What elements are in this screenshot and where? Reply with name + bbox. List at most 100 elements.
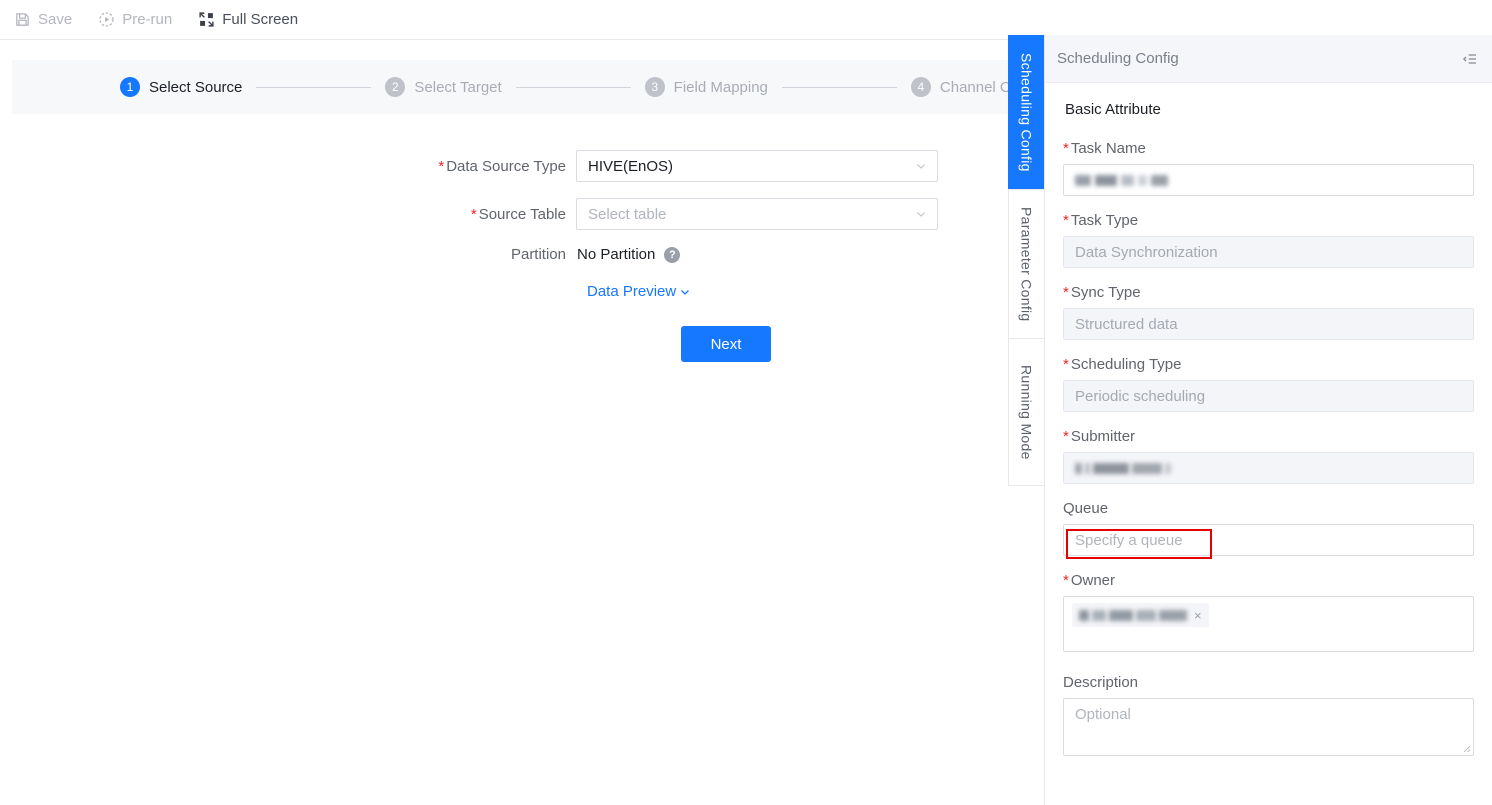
- queue-input[interactable]: Specify a queue: [1063, 524, 1474, 556]
- required-asterisk: *: [1063, 212, 1069, 229]
- tab-parameter-config-label: Parameter Config: [1018, 206, 1035, 322]
- step-number: 4: [910, 77, 931, 97]
- owner-tag-input[interactable]: ×: [1063, 596, 1474, 652]
- submitter-label-text: Submitter: [1070, 428, 1136, 445]
- field-description: Description Optional: [1063, 674, 1474, 756]
- description-textarea[interactable]: Optional: [1063, 698, 1474, 756]
- save-icon: [16, 13, 29, 26]
- step-number: 3: [644, 77, 665, 97]
- select-source-form: * Data Source Type HIVE(EnOS) * Source Tab…: [0, 150, 1046, 362]
- drawer-title: Scheduling Config: [1057, 50, 1179, 67]
- data-preview-row: Data Preview: [0, 283, 1046, 300]
- queue-label: Queue: [1063, 500, 1474, 517]
- required-asterisk: *: [470, 205, 477, 223]
- chevron-down-icon: [917, 164, 925, 169]
- tab-scheduling-config-label: Scheduling Config: [1018, 53, 1035, 172]
- field-data-source-type: * Data Source Type HIVE(EnOS): [0, 150, 1046, 182]
- drawer-body: Basic Attribute * Task Name * Task Type …: [1045, 83, 1492, 805]
- tab-running-mode-label: Running Mode: [1018, 364, 1035, 460]
- save-label: Save: [38, 11, 73, 28]
- data-preview-label: Data Preview: [587, 283, 677, 300]
- step-connector: [781, 86, 897, 88]
- task-type-input: Data Synchronization: [1063, 236, 1474, 268]
- step-label: Select Source: [149, 78, 243, 96]
- field-submitter: * Submitter: [1063, 428, 1474, 484]
- field-partition: Partition No Partition ?: [0, 246, 1046, 263]
- next-row: Next: [0, 326, 1046, 362]
- full-screen-label: Full Screen: [222, 11, 299, 28]
- task-name-redacted-value: [1075, 174, 1168, 186]
- sync-type-label-text: Sync Type: [1070, 284, 1141, 301]
- data-sync-wizard-page: Save Pre-run Full Screen 1 Select Source: [0, 0, 1492, 805]
- step-label: Select Target: [414, 78, 502, 96]
- description-label: Description: [1063, 674, 1474, 691]
- scheduling-type-label: * Scheduling Type: [1063, 356, 1474, 373]
- submitter-label: * Submitter: [1063, 428, 1474, 445]
- source-table-label: * Source Table: [0, 206, 576, 223]
- scheduling-type-input: Periodic scheduling: [1063, 380, 1474, 412]
- owner-label-text: Owner: [1070, 572, 1116, 589]
- scheduling-config-drawer: Scheduling Config Basic Attribute * Task …: [1044, 35, 1492, 805]
- partition-value-group: No Partition ?: [577, 246, 938, 263]
- task-name-input[interactable]: [1063, 164, 1474, 196]
- pre-run-label: Pre-run: [122, 11, 173, 28]
- play-circle-dashed-icon: [99, 12, 114, 27]
- full-screen-button[interactable]: Full Screen: [198, 11, 298, 28]
- step-select-source[interactable]: 1 Select Source: [120, 77, 242, 97]
- sync-type-label: * Sync Type: [1063, 284, 1474, 301]
- required-asterisk: *: [1063, 140, 1069, 157]
- step-select-target[interactable]: 2 Select Target: [385, 77, 502, 97]
- menu-fold-icon[interactable]: [1462, 51, 1478, 67]
- close-icon[interactable]: ×: [1194, 609, 1202, 622]
- step-field-mapping[interactable]: 3 Field Mapping: [644, 77, 768, 97]
- field-task-name: * Task Name: [1063, 140, 1474, 196]
- task-type-label-text: Task Type: [1070, 212, 1139, 229]
- submitter-input: [1063, 452, 1474, 484]
- config-tab-rail: Scheduling Config Parameter Config Runni…: [1008, 35, 1044, 805]
- required-asterisk: *: [1063, 284, 1069, 301]
- required-asterisk: *: [438, 157, 445, 175]
- task-name-label: * Task Name: [1063, 140, 1474, 157]
- step-label: Field Mapping: [673, 78, 768, 96]
- basic-attribute-section-title: Basic Attribute: [1065, 101, 1161, 118]
- question-circle-icon[interactable]: ?: [664, 246, 681, 263]
- step-connector: [515, 86, 631, 88]
- required-asterisk: *: [1063, 428, 1069, 445]
- submitter-redacted-value: [1075, 462, 1171, 474]
- data-source-type-label: * Data Source Type: [0, 158, 576, 175]
- source-table-label-text: Source Table: [478, 205, 566, 223]
- chevron-down-icon: [681, 289, 690, 295]
- owner-label: * Owner: [1063, 572, 1474, 589]
- field-queue: Queue Specify a queue: [1063, 500, 1474, 559]
- next-button[interactable]: Next: [681, 326, 771, 362]
- data-source-type-label-text: Data Source Type: [446, 157, 566, 175]
- data-preview-toggle[interactable]: Data Preview: [576, 283, 691, 300]
- required-asterisk: *: [1063, 356, 1069, 373]
- tab-running-mode[interactable]: Running Mode: [1008, 338, 1044, 486]
- field-scheduling-type: * Scheduling Type Periodic scheduling: [1063, 356, 1474, 412]
- field-sync-type: * Sync Type Structured data: [1063, 284, 1474, 340]
- step-number: 2: [385, 77, 406, 97]
- task-name-label-text: Task Name: [1070, 140, 1146, 157]
- step-connector: [256, 86, 372, 88]
- task-type-label: * Task Type: [1063, 212, 1474, 229]
- tab-scheduling-config[interactable]: Scheduling Config: [1008, 35, 1044, 190]
- fullscreen-icon: [199, 12, 214, 27]
- data-source-type-value: HIVE(EnOS): [588, 157, 674, 175]
- drawer-header: Scheduling Config: [1045, 35, 1492, 83]
- tab-parameter-config[interactable]: Parameter Config: [1008, 189, 1044, 339]
- queue-label-text: Queue: [1063, 500, 1109, 517]
- sync-type-input: Structured data: [1063, 308, 1474, 340]
- chevron-down-icon: [917, 212, 925, 217]
- pre-run-button[interactable]: Pre-run: [98, 11, 172, 28]
- description-label-text: Description: [1063, 674, 1139, 691]
- source-table-select[interactable]: Select table: [576, 198, 938, 230]
- resize-handle-icon[interactable]: [1461, 743, 1471, 753]
- partition-value: No Partition: [577, 246, 656, 263]
- partition-label-text: Partition: [510, 246, 566, 263]
- owner-tag-redacted-value: [1079, 609, 1187, 621]
- field-task-type: * Task Type Data Synchronization: [1063, 212, 1474, 268]
- data-source-type-select[interactable]: HIVE(EnOS): [576, 150, 938, 182]
- save-button[interactable]: Save: [14, 11, 72, 28]
- field-owner: * Owner ×: [1063, 572, 1474, 652]
